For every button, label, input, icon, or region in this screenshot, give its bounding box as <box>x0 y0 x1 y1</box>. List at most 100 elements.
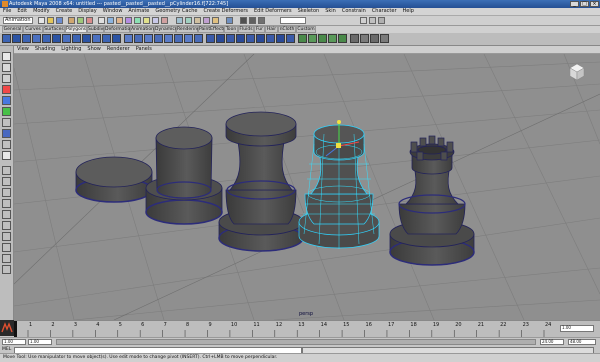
poly-plane-icon[interactable] <box>42 34 51 43</box>
persp-outliner-layout-icon[interactable] <box>2 188 11 197</box>
render-settings-icon[interactable] <box>258 17 265 24</box>
lasso-tool-icon[interactable] <box>2 63 11 72</box>
maya-app-icon[interactable] <box>2 1 8 7</box>
range-slider[interactable]: 1.00 1.00 24.00 48.00 <box>0 337 600 346</box>
select-component-icon[interactable] <box>86 17 93 24</box>
input-box-field[interactable] <box>280 17 306 24</box>
pick-mask-rendering-icon[interactable] <box>152 17 159 24</box>
playback-start-field[interactable]: 1.00 <box>28 339 52 345</box>
persp-graph-layout-icon[interactable] <box>2 199 11 208</box>
delete-edge-icon[interactable] <box>286 34 295 43</box>
soften-edge-icon[interactable] <box>350 34 359 43</box>
menu-file[interactable]: File <box>0 8 14 15</box>
menu-animate[interactable]: Animate <box>125 8 152 15</box>
shelf-tab-ncloth[interactable]: nCloth <box>278 26 296 33</box>
snap-point-icon[interactable] <box>194 17 201 24</box>
menu-character[interactable]: Character <box>369 8 400 15</box>
shelf-tab-dynamics[interactable]: Dynamics <box>154 26 177 33</box>
spherical-mapping-icon[interactable] <box>328 34 337 43</box>
single-perspective-layout-icon[interactable] <box>2 166 11 175</box>
poly-cube-icon[interactable] <box>12 34 21 43</box>
pick-mask-curves-icon[interactable] <box>116 17 123 24</box>
graph-editor-layout-icon[interactable] <box>2 243 11 252</box>
select-object-icon[interactable] <box>77 17 84 24</box>
menu-skeleton[interactable]: Skeleton <box>295 8 323 15</box>
end-time-field[interactable]: 48.00 <box>568 339 596 345</box>
move-tool-icon[interactable] <box>2 85 11 94</box>
range-slider-bar[interactable] <box>56 339 536 345</box>
current-frame-field[interactable]: 1.00 <box>560 325 594 332</box>
view-cube[interactable] <box>569 63 585 81</box>
menu-display[interactable]: Display <box>75 8 99 15</box>
extract-icon[interactable] <box>144 34 153 43</box>
uv-texture-editor-icon[interactable] <box>298 34 307 43</box>
scale-tool-icon[interactable] <box>2 107 11 116</box>
shelf-tab-surfaces[interactable]: Surfaces <box>43 26 65 33</box>
menu-edit[interactable]: Edit <box>14 8 30 15</box>
show-tool-settings-icon[interactable] <box>369 17 376 24</box>
pick-mask-deformations-icon[interactable] <box>134 17 141 24</box>
menu-window[interactable]: Window <box>100 8 126 15</box>
panel-menu-lighting[interactable]: Lighting <box>58 46 84 53</box>
poly-pyramid-icon[interactable] <box>72 34 81 43</box>
ipr-render-icon[interactable] <box>249 17 256 24</box>
poly-soccer-ball-icon[interactable] <box>102 34 111 43</box>
boolean-union-icon[interactable] <box>164 34 173 43</box>
panel-menu-show[interactable]: Show <box>84 46 104 53</box>
conform-normals-icon[interactable] <box>380 34 389 43</box>
show-channel-box-icon[interactable] <box>378 17 385 24</box>
save-scene-icon[interactable] <box>56 17 63 24</box>
planar-mapping-icon[interactable] <box>308 34 317 43</box>
show-attribute-editor-icon[interactable] <box>360 17 367 24</box>
panel-menu-renderer[interactable]: Renderer <box>104 46 133 53</box>
outliner-layout-icon[interactable] <box>2 232 11 241</box>
bevel-icon[interactable] <box>266 34 275 43</box>
shelf-tab-deformation[interactable]: Deformation <box>104 26 133 33</box>
poly-prism-icon[interactable] <box>62 34 71 43</box>
open-scene-icon[interactable] <box>47 17 54 24</box>
four-view-layout-icon[interactable] <box>2 177 11 186</box>
automatic-mapping-icon[interactable] <box>338 34 347 43</box>
make-live-icon[interactable] <box>212 17 219 24</box>
perspective-viewport[interactable]: persp <box>14 54 600 320</box>
hypershade-layout-icon[interactable] <box>2 210 11 219</box>
persp-graph-hypergraph-layout-icon[interactable] <box>2 221 11 230</box>
panel-menu-panels[interactable]: Panels <box>133 46 155 53</box>
split-polygon-icon[interactable] <box>246 34 255 43</box>
panel-menu-shading[interactable]: Shading <box>32 46 58 53</box>
shelf-tab-hair[interactable]: Hair <box>265 26 278 33</box>
menu-modify[interactable]: Modify <box>30 8 53 15</box>
menu-edit-deformers[interactable]: Edit Deformers <box>251 8 295 15</box>
poly-helix-icon[interactable] <box>92 34 101 43</box>
playback-end-field[interactable]: 24.00 <box>540 339 564 345</box>
shelf-tab-animation[interactable]: Animation <box>130 26 154 33</box>
menu-help[interactable]: Help <box>400 8 417 15</box>
scene-canvas[interactable] <box>14 54 600 320</box>
insert-edge-loop-icon[interactable] <box>256 34 265 43</box>
merge-vertices-icon[interactable] <box>276 34 285 43</box>
select-tool-icon[interactable] <box>2 52 11 61</box>
boolean-intersection-icon[interactable] <box>184 34 193 43</box>
menu-set-dropdown[interactable]: Animation <box>3 17 33 24</box>
chess-cylinder-piece[interactable] <box>145 126 223 225</box>
combine-icon[interactable] <box>124 34 133 43</box>
render-current-frame-icon[interactable] <box>240 17 247 24</box>
poly-pipe-icon[interactable] <box>82 34 91 43</box>
append-polygon-icon[interactable] <box>226 34 235 43</box>
snap-view-plane-icon[interactable] <box>203 17 210 24</box>
bridge-icon[interactable] <box>216 34 225 43</box>
shelf-tab-subdivs[interactable]: Subdivs <box>87 26 106 33</box>
soft-modification-icon[interactable] <box>2 129 11 138</box>
snap-curve-icon[interactable] <box>185 17 192 24</box>
shelf-tab-rendering[interactable]: Rendering <box>176 26 200 33</box>
chess-pawn-piece[interactable] <box>218 111 304 252</box>
pick-mask-dynamics-icon[interactable] <box>143 17 150 24</box>
shelf-tab-custom[interactable]: Custom <box>296 26 316 33</box>
snap-grid-icon[interactable] <box>176 17 183 24</box>
shelf-tab-toon[interactable]: Toon <box>224 26 238 33</box>
shelf-tab-fluids[interactable]: Fluids <box>238 26 254 33</box>
select-hierarchy-icon[interactable] <box>68 17 75 24</box>
pick-mask-handles-icon[interactable] <box>98 17 105 24</box>
poly-torus-icon[interactable] <box>52 34 61 43</box>
time-slider[interactable]: 1 2 3 4 5 6 7 8 9 10 11 12 13 14 15 16 17 18 19 20 21 22 23 24 … <box>14 320 600 337</box>
